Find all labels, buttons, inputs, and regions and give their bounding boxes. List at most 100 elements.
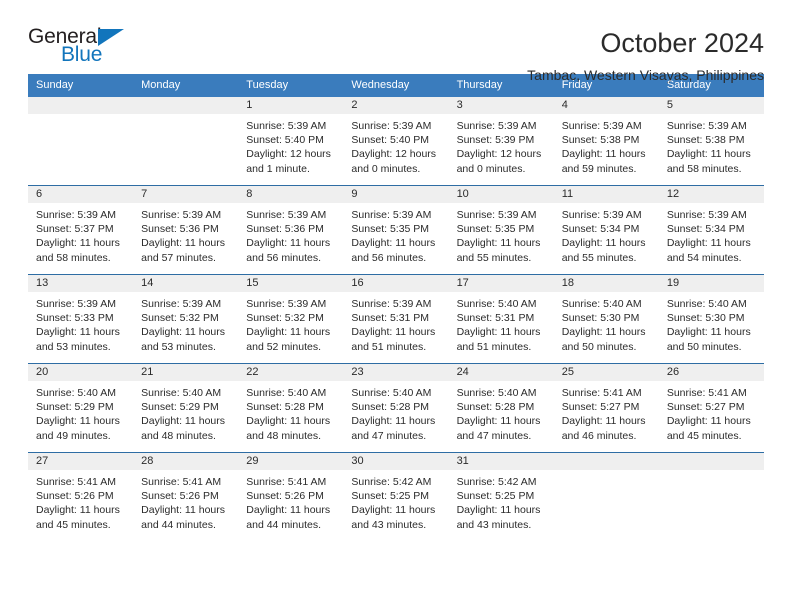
sunrise-text: Sunrise: 5:39 AM: [351, 120, 432, 132]
sunrise-text: Sunrise: 5:39 AM: [666, 120, 747, 132]
sunrise-text: Sunrise: 5:40 AM: [456, 298, 537, 310]
day-number: 1: [238, 97, 344, 114]
day-details: Sunrise: 5:40 AM Sunset: 5:28 PM Daylight:…: [343, 381, 449, 452]
calendar-day-cell-empty: [28, 97, 134, 186]
calendar-day-cell[interactable]: 7 Sunrise: 5:39 AM Sunset: 5:36 PM Daylight…: [133, 185, 239, 275]
sunset-text: Sunset: 5:36 PM: [246, 223, 324, 236]
daylight-text-line2: and 45 minutes.: [36, 518, 111, 531]
calendar-day-cell[interactable]: 17 Sunrise: 5:40 AM Sunset: 5:31 PM Dayligh…: [448, 274, 554, 364]
calendar-day-cell[interactable]: 25 Sunrise: 5:41 AM Sunset: 5:27 PM Dayligh…: [553, 363, 659, 453]
sunset-text: Sunset: 5:31 PM: [456, 312, 535, 325]
day-number: 19: [658, 275, 764, 292]
daylight-text-line1: Daylight: 11 hours: [246, 237, 331, 250]
calendar-day-cell[interactable]: 18 Sunrise: 5:40 AM Sunset: 5:30 PM Dayligh…: [553, 274, 659, 364]
day-details: Sunrise: 5:39 AM Sunset: 5:34 PM Daylight:…: [658, 203, 764, 274]
sunset-text: Sunset: 5:40 PM: [246, 134, 324, 147]
calendar-week-row: 20 Sunrise: 5:40 AM Sunset: 5:29 PM Dayligh…: [28, 363, 764, 453]
calendar-day-cell[interactable]: 8 Sunrise: 5:39 AM Sunset: 5:36 PM Daylight…: [238, 185, 344, 275]
calendar-day-cell[interactable]: 13 Sunrise: 5:39 AM Sunset: 5:33 PM Dayligh…: [28, 274, 134, 364]
calendar-day-cell[interactable]: 22 Sunrise: 5:40 AM Sunset: 5:28 PM Dayligh…: [238, 363, 344, 453]
calendar-week-row: 1 Sunrise: 5:39 AM Sunset: 5:40 PM Daylight…: [28, 97, 764, 186]
day-details: Sunrise: 5:39 AM Sunset: 5:35 PM Daylight:…: [448, 203, 554, 274]
calendar-day-cell[interactable]: 12 Sunrise: 5:39 AM Sunset: 5:34 PM Dayligh…: [658, 185, 764, 275]
day-details: Sunrise: 5:39 AM Sunset: 5:33 PM Daylight:…: [28, 292, 134, 363]
sunset-text: Sunset: 5:38 PM: [666, 134, 745, 147]
day-details: Sunrise: 5:39 AM Sunset: 5:38 PM Daylight:…: [553, 114, 659, 185]
sunrise-text: Sunrise: 5:42 AM: [456, 476, 537, 488]
calendar-body: 1 Sunrise: 5:39 AM Sunset: 5:40 PM Daylight…: [28, 97, 764, 541]
calendar-day-cell[interactable]: 5 Sunrise: 5:39 AM Sunset: 5:38 PM Daylight…: [658, 97, 764, 186]
day-details: Sunrise: 5:40 AM Sunset: 5:28 PM Daylight:…: [448, 381, 554, 452]
day-details: Sunrise: 5:39 AM Sunset: 5:40 PM Daylight:…: [238, 114, 344, 185]
calendar-day-cell[interactable]: 6 Sunrise: 5:39 AM Sunset: 5:37 PM Daylight…: [28, 185, 134, 275]
daylight-text-line2: and 47 minutes.: [456, 429, 532, 442]
sunrise-text: Sunrise: 5:40 AM: [141, 387, 222, 399]
sunset-text: Sunset: 5:30 PM: [666, 312, 745, 325]
day-details: Sunrise: 5:41 AM Sunset: 5:27 PM Daylight:…: [658, 381, 764, 452]
day-details: Sunrise: 5:41 AM Sunset: 5:26 PM Daylight:…: [133, 470, 239, 541]
day-details: [133, 114, 239, 185]
calendar-day-cell[interactable]: 24 Sunrise: 5:40 AM Sunset: 5:28 PM Dayligh…: [448, 363, 554, 453]
daylight-text-line1: Daylight: 11 hours: [561, 326, 646, 339]
daylight-text-line2: and 51 minutes.: [351, 340, 427, 353]
daylight-text-line2: and 54 minutes.: [666, 251, 742, 264]
calendar-day-cell[interactable]: 23 Sunrise: 5:40 AM Sunset: 5:28 PM Dayligh…: [343, 363, 449, 453]
sunset-text: Sunset: 5:27 PM: [561, 401, 640, 414]
calendar-day-cell[interactable]: 20 Sunrise: 5:40 AM Sunset: 5:29 PM Dayligh…: [28, 363, 134, 453]
calendar-day-cell[interactable]: 15 Sunrise: 5:39 AM Sunset: 5:32 PM Dayligh…: [238, 274, 344, 364]
calendar-day-cell-empty: [658, 452, 764, 541]
day-number: [28, 97, 134, 114]
daylight-text-line1: Daylight: 11 hours: [351, 237, 436, 250]
calendar-day-cell[interactable]: 10 Sunrise: 5:39 AM Sunset: 5:35 PM Dayligh…: [448, 185, 554, 275]
calendar-day-cell[interactable]: 16 Sunrise: 5:39 AM Sunset: 5:31 PM Dayligh…: [343, 274, 449, 364]
sunrise-text: Sunrise: 5:39 AM: [666, 209, 747, 221]
calendar-week-row: 13 Sunrise: 5:39 AM Sunset: 5:33 PM Dayligh…: [28, 274, 764, 364]
calendar-day-cell[interactable]: 31 Sunrise: 5:42 AM Sunset: 5:25 PM Dayligh…: [448, 452, 554, 541]
daylight-text-line1: Daylight: 11 hours: [246, 504, 331, 517]
calendar-day-cell[interactable]: 11 Sunrise: 5:39 AM Sunset: 5:34 PM Dayligh…: [553, 185, 659, 275]
day-number: 10: [448, 186, 554, 203]
calendar-day-cell[interactable]: 28 Sunrise: 5:41 AM Sunset: 5:26 PM Dayligh…: [133, 452, 239, 541]
calendar-day-cell[interactable]: 19 Sunrise: 5:40 AM Sunset: 5:30 PM Dayligh…: [658, 274, 764, 364]
sunset-text: Sunset: 5:39 PM: [456, 134, 535, 147]
sunrise-text: Sunrise: 5:41 AM: [36, 476, 116, 488]
calendar-day-cell[interactable]: 4 Sunrise: 5:39 AM Sunset: 5:38 PM Daylight…: [553, 97, 659, 186]
sunrise-text: Sunrise: 5:42 AM: [351, 476, 432, 488]
day-number: 20: [28, 364, 134, 381]
brand-logo[interactable]: General Blue: [28, 26, 125, 65]
day-number: 30: [343, 453, 449, 470]
calendar-day-cell[interactable]: 26 Sunrise: 5:41 AM Sunset: 5:27 PM Dayligh…: [658, 363, 764, 453]
sunrise-text: Sunrise: 5:39 AM: [141, 209, 222, 221]
daylight-text-line2: and 1 minute.: [246, 162, 310, 175]
day-details: Sunrise: 5:40 AM Sunset: 5:31 PM Daylight:…: [448, 292, 554, 363]
calendar-day-cell[interactable]: 29 Sunrise: 5:41 AM Sunset: 5:26 PM Dayligh…: [238, 452, 344, 541]
sunrise-text: Sunrise: 5:41 AM: [666, 387, 747, 399]
weekday-header-monday: Monday: [133, 74, 239, 97]
calendar-day-cell[interactable]: 14 Sunrise: 5:39 AM Sunset: 5:32 PM Dayligh…: [133, 274, 239, 364]
daylight-text-line1: Daylight: 11 hours: [351, 504, 436, 517]
sunrise-text: Sunrise: 5:39 AM: [246, 298, 327, 310]
sunset-text: Sunset: 5:35 PM: [351, 223, 430, 236]
calendar-day-cell[interactable]: 21 Sunrise: 5:40 AM Sunset: 5:29 PM Dayligh…: [133, 363, 239, 453]
day-number: 8: [238, 186, 344, 203]
sunset-text: Sunset: 5:29 PM: [141, 401, 219, 414]
day-number: 23: [343, 364, 449, 381]
day-number: 26: [658, 364, 764, 381]
calendar-day-cell[interactable]: 27 Sunrise: 5:41 AM Sunset: 5:26 PM Dayligh…: [28, 452, 134, 541]
sunset-text: Sunset: 5:34 PM: [561, 223, 640, 236]
daylight-text-line2: and 43 minutes.: [351, 518, 427, 531]
sunset-text: Sunset: 5:40 PM: [351, 134, 430, 147]
calendar-day-cell[interactable]: 1 Sunrise: 5:39 AM Sunset: 5:40 PM Daylight…: [238, 97, 344, 186]
calendar-day-cell[interactable]: 2 Sunrise: 5:39 AM Sunset: 5:40 PM Daylight…: [343, 97, 449, 186]
day-details: Sunrise: 5:39 AM Sunset: 5:38 PM Daylight:…: [658, 114, 764, 185]
daylight-text-line2: and 0 minutes.: [456, 162, 526, 175]
calendar-day-cell[interactable]: 9 Sunrise: 5:39 AM Sunset: 5:35 PM Daylight…: [343, 185, 449, 275]
calendar-day-cell-empty: [553, 452, 659, 541]
calendar-day-cell[interactable]: 3 Sunrise: 5:39 AM Sunset: 5:39 PM Daylight…: [448, 97, 554, 186]
page-title: October 2024: [600, 28, 764, 58]
day-number: 29: [238, 453, 344, 470]
daylight-text-line1: Daylight: 11 hours: [36, 237, 120, 250]
sunrise-text: Sunrise: 5:39 AM: [246, 209, 327, 221]
sunset-text: Sunset: 5:29 PM: [36, 401, 114, 414]
calendar-day-cell[interactable]: 30 Sunrise: 5:42 AM Sunset: 5:25 PM Dayligh…: [343, 452, 449, 541]
